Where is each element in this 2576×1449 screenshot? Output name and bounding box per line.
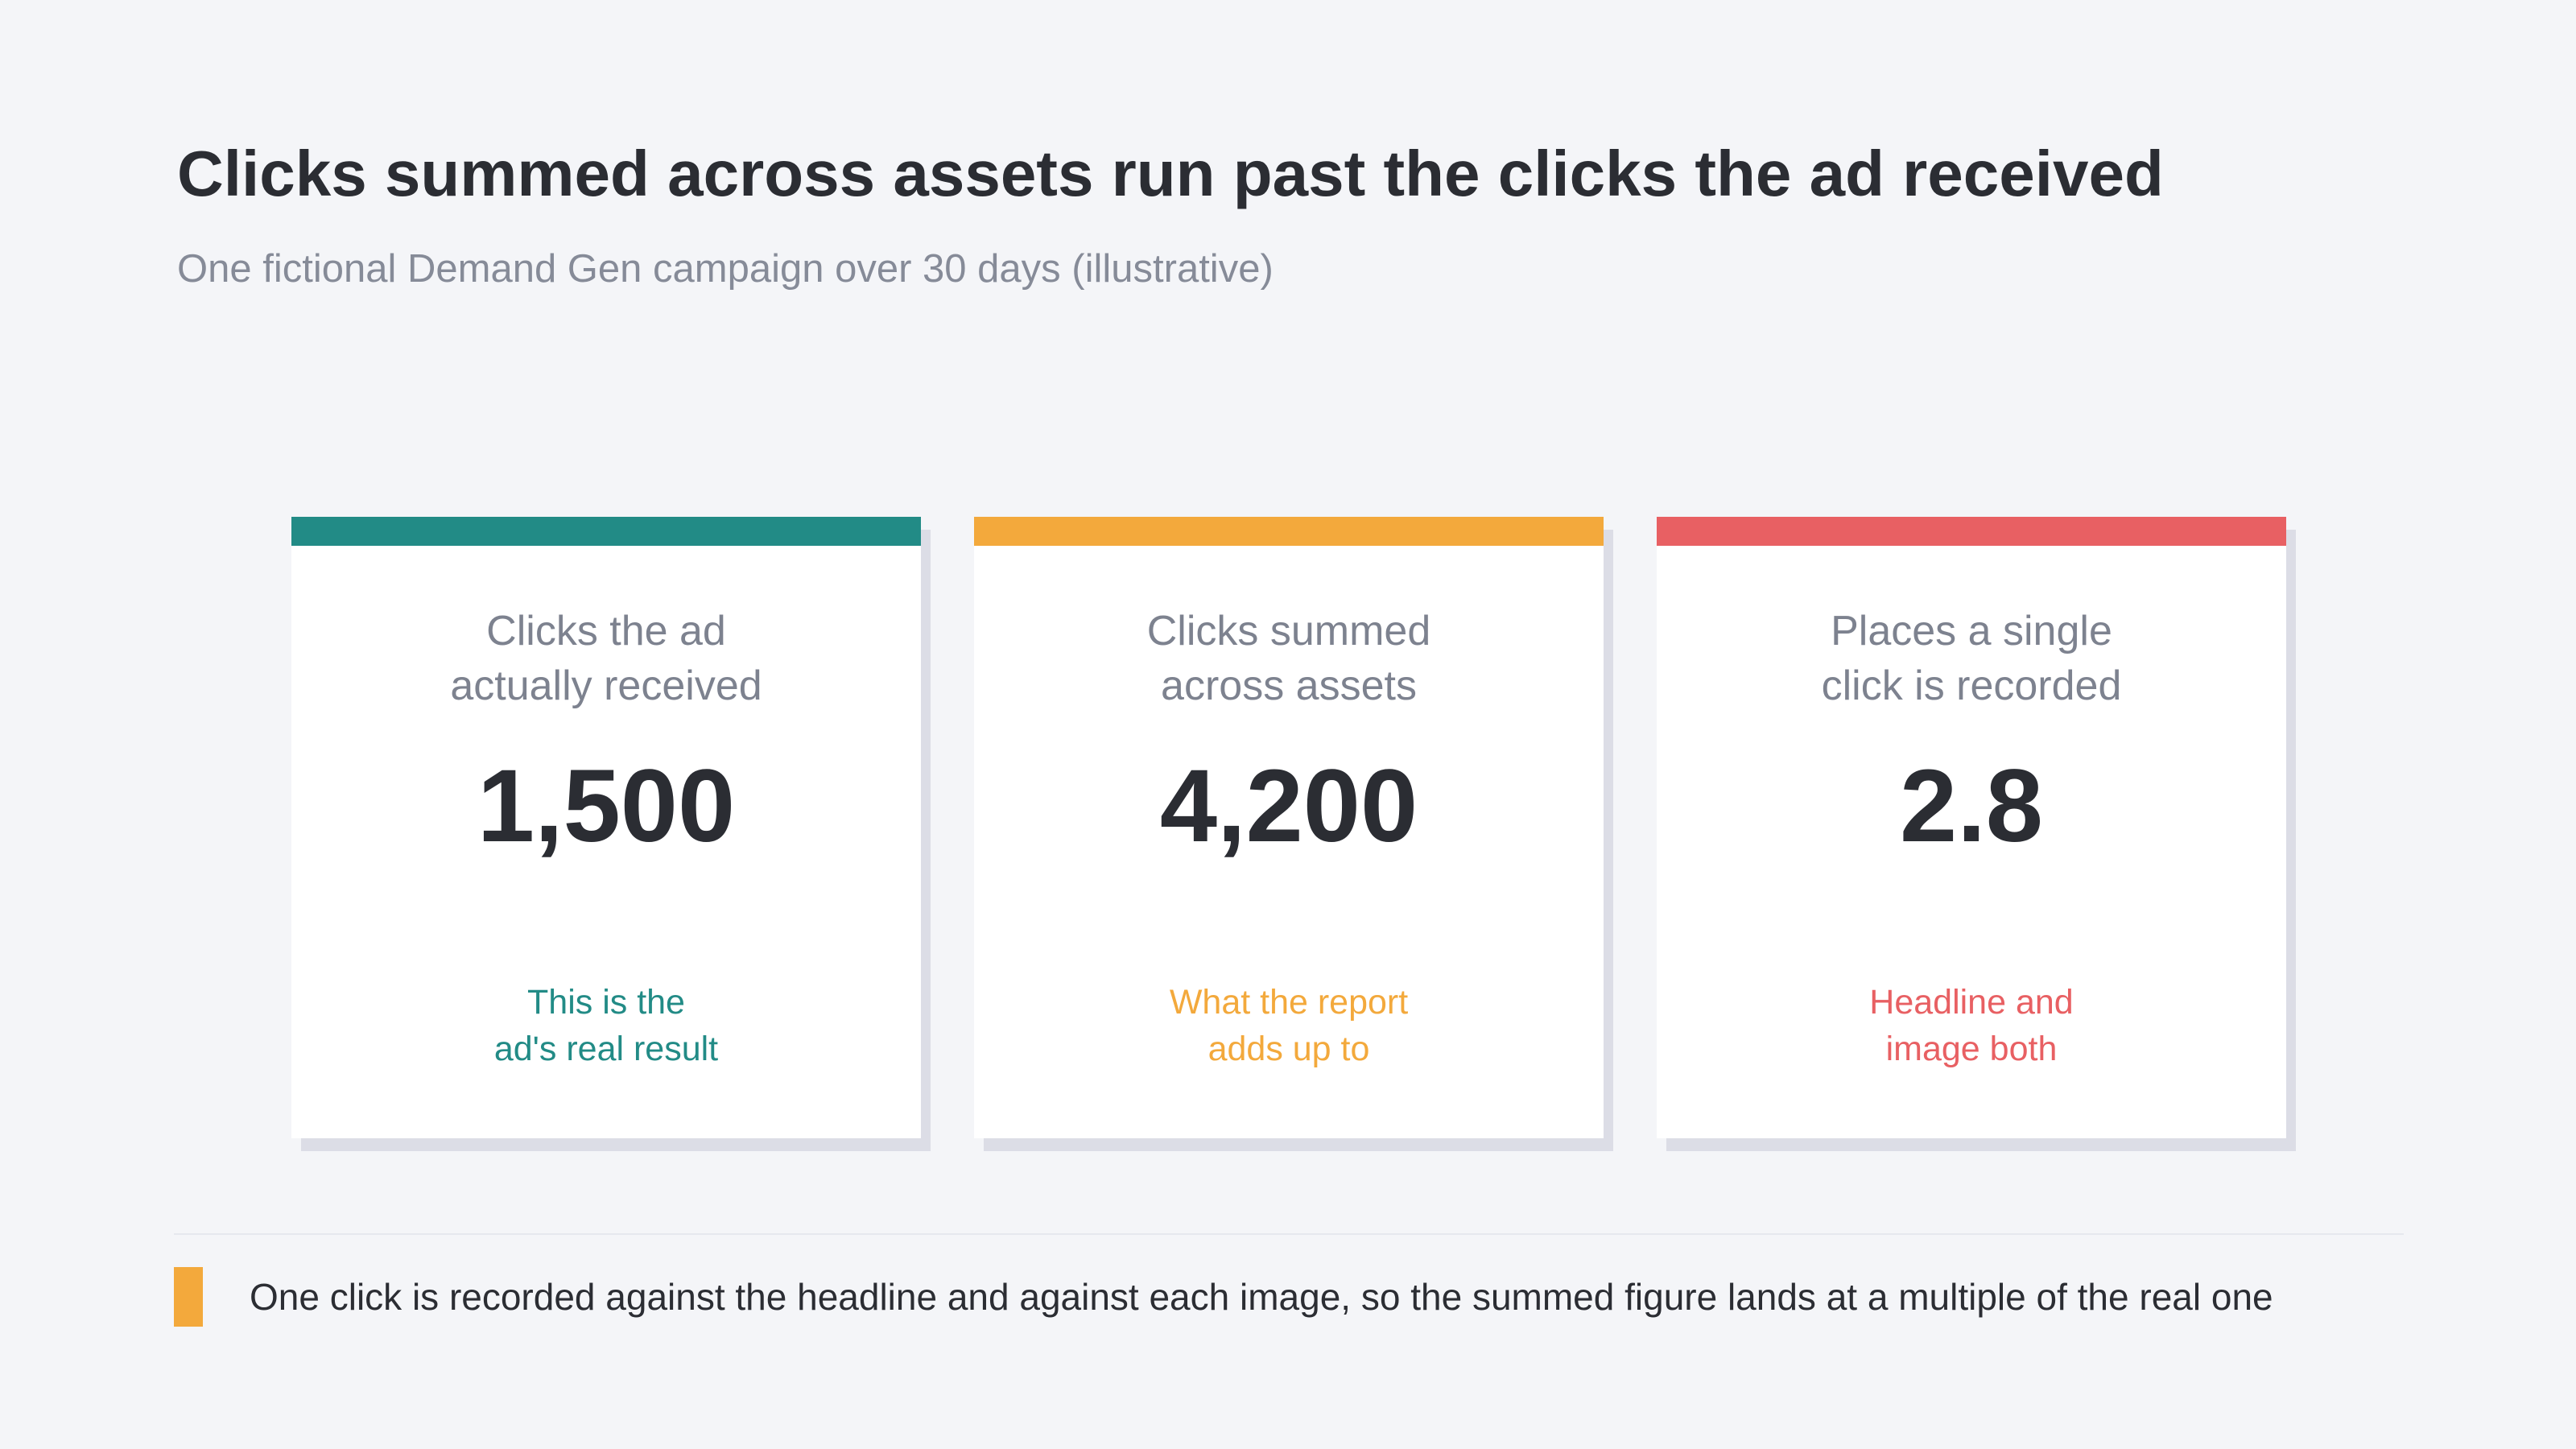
card-label: Clicks the ad actually received — [450, 608, 762, 709]
card-label: Clicks summed across assets — [1146, 608, 1431, 709]
card-recorded-places: Places a single click is recorded 2.8 He… — [1657, 517, 2286, 1138]
footer-marker — [174, 1267, 203, 1327]
card-accent-bar — [291, 517, 921, 546]
card-value: 1,500 — [477, 749, 736, 864]
page-subtitle: One fictional Demand Gen campaign over 3… — [177, 247, 1274, 291]
card-summed-clicks: Clicks summed across assets 4,200 What t… — [974, 517, 1604, 1138]
card-note: What the report adds up to — [1169, 983, 1409, 1068]
card-value: 4,200 — [1159, 749, 1418, 864]
card-actual-clicks: Clicks the ad actually received 1,500 Th… — [291, 517, 921, 1138]
card-note: This is the ad's real result — [493, 983, 719, 1068]
card-value: 2.8 — [1900, 749, 2043, 864]
page-title: Clicks summed across assets run past the… — [177, 138, 2164, 209]
footer-divider — [174, 1233, 2404, 1235]
card-accent-bar — [1657, 517, 2286, 546]
card-label: Places a single click is recorded — [1821, 608, 2122, 709]
card-note: Headline and image both — [1869, 983, 2074, 1068]
footer-note: One click is recorded against the headli… — [250, 1276, 2273, 1318]
card-accent-bar — [974, 517, 1604, 546]
